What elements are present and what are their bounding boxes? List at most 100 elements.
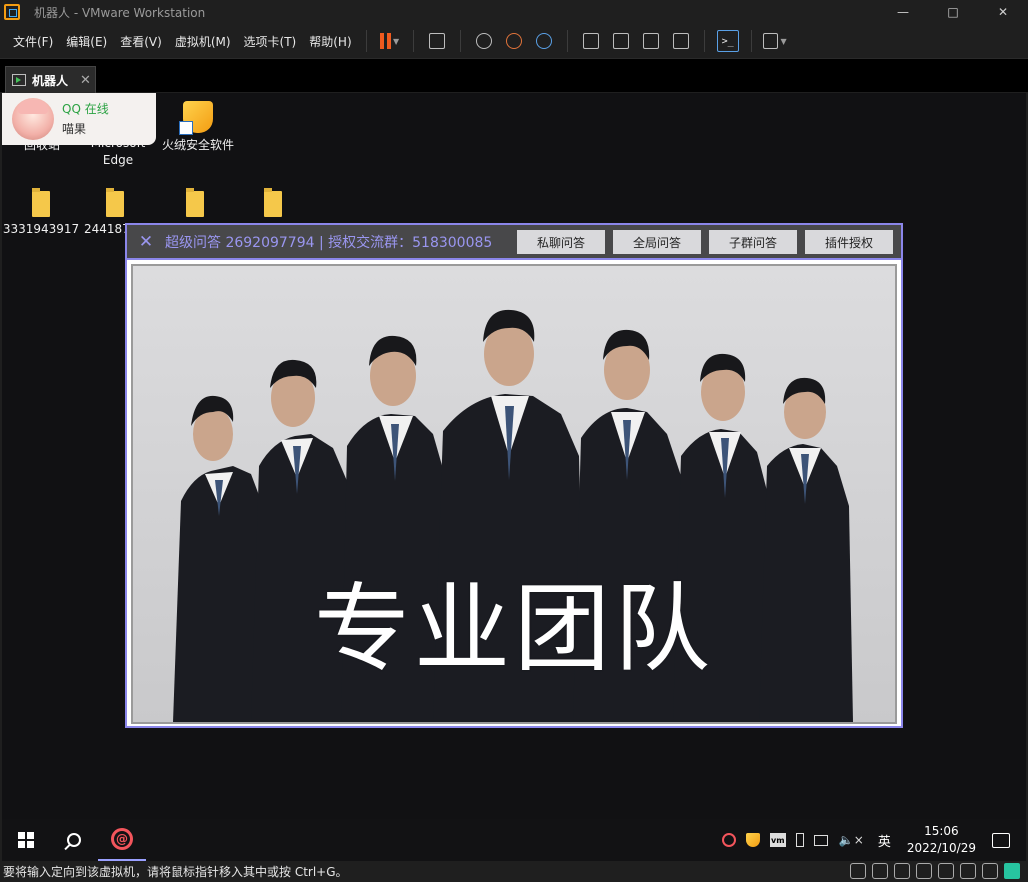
qq-app-icon: @ (111, 828, 133, 850)
input-method-indicator[interactable]: 英 (878, 831, 891, 850)
desktop-icon-huorong[interactable]: 火绒安全软件 (160, 101, 236, 154)
clock-date: 2022/10/29 (906, 841, 976, 855)
window-titlebar: 机器人 - VMware Workstation — □ ✕ (0, 0, 1028, 24)
huorong-tray-icon[interactable] (745, 833, 760, 847)
tab-close-icon[interactable]: ✕ (80, 73, 91, 88)
avatar (12, 98, 54, 140)
subgroup-qa-button[interactable]: 子群问答 (709, 230, 797, 254)
menu-edit[interactable]: 编辑(E) (60, 33, 113, 50)
desktop-folder[interactable] (172, 188, 218, 221)
sidebar-icon (582, 33, 599, 49)
show-thumbnail-button[interactable] (609, 29, 633, 53)
snapshot-icon (475, 33, 492, 49)
stretch-guest-button[interactable]: ▼ (762, 29, 787, 53)
cd-dvd-icon[interactable] (872, 863, 888, 879)
unity-button[interactable] (669, 29, 693, 53)
desktop-folder[interactable]: 3331943917 (2, 188, 80, 238)
menu-view[interactable]: 查看(V) (114, 33, 168, 50)
toolbar-divider (412, 30, 414, 52)
sound-card-icon[interactable] (960, 863, 976, 879)
qq-tray-icon[interactable] (721, 833, 736, 847)
pause-icon (380, 33, 392, 49)
toolbar-divider (750, 30, 752, 52)
search-button[interactable] (50, 819, 98, 861)
display-icon[interactable] (982, 863, 998, 879)
plugin-license-button[interactable]: 插件授权 (805, 230, 893, 254)
console-view-button[interactable]: >_ (716, 29, 740, 53)
private-qa-button[interactable]: 私聊问答 (517, 230, 605, 254)
network-icon[interactable] (813, 834, 828, 846)
snapshot-manager-icon (535, 33, 552, 49)
desktop-icon-label: 3331943917 (2, 222, 80, 236)
stretch-icon (762, 33, 779, 49)
menu-vm[interactable]: 虚拟机(M) (169, 33, 237, 50)
status-hint: 要将输入定向到该虚拟机，请将鼠标指针移入其中或按 Ctrl+G。 (3, 865, 348, 879)
maximize-button[interactable]: □ (928, 0, 978, 24)
popup-header: ✕ 超级问答 2692097794 | 授权交流群：518300085 私聊问答… (127, 225, 901, 260)
system-tray: vm 🔈× 英 15:06 2022/10/29 (717, 819, 1026, 861)
vm-running-icon (12, 74, 26, 86)
message-log-icon[interactable] (1004, 863, 1020, 879)
menu-tabs[interactable]: 选项卡(T) (238, 33, 303, 50)
popup-close-icon[interactable]: ✕ (127, 232, 165, 252)
banner-slogan: 专业团队 (314, 573, 714, 685)
folder-icon (32, 188, 50, 217)
vmware-logo-icon (4, 4, 20, 20)
send-ctrl-alt-del-button[interactable] (425, 29, 449, 53)
vmware-tools-tray-icon[interactable]: vm (769, 833, 786, 847)
take-snapshot-button[interactable] (472, 29, 496, 53)
usb-icon[interactable] (795, 833, 804, 847)
vm-desktop[interactable]: 回收站 Microsoft Edge 火绒安全软件 3331943917 244… (2, 93, 1026, 819)
start-button[interactable] (2, 819, 50, 861)
window-title: 机器人 - VMware Workstation (34, 5, 206, 20)
unity-icon (672, 33, 689, 49)
qq-status-text: QQ 在线 (62, 102, 109, 116)
tab-label: 机器人 (32, 73, 69, 88)
console-icon: >_ (716, 30, 739, 52)
revert-snapshot-button[interactable] (502, 29, 526, 53)
qq-online-notification[interactable]: QQ 在线 喵果 (2, 93, 156, 145)
taskbar-app-qq[interactable]: @ (98, 819, 146, 861)
thumbnail-icon (612, 33, 629, 49)
menu-file[interactable]: 文件(F) (7, 33, 59, 50)
folder-icon (264, 188, 282, 217)
qq-nickname: 喵果 (62, 122, 87, 136)
clock-time: 15:06 (924, 824, 959, 838)
windows-logo-icon (18, 832, 34, 848)
toolbar-divider (459, 30, 461, 52)
desktop-icon-label: 火绒安全软件 (161, 138, 234, 152)
show-library-button[interactable] (579, 29, 603, 53)
guest-taskbar: @ vm 🔈× 英 15:06 2022/10/29 (2, 819, 1026, 861)
full-screen-icon (642, 33, 659, 49)
revert-icon (505, 33, 522, 49)
keyboard-icon (428, 33, 445, 49)
snapshot-manager-button[interactable] (532, 29, 556, 53)
pause-button[interactable]: ▼ (378, 29, 402, 53)
global-qa-button[interactable]: 全局问答 (613, 230, 701, 254)
folder-icon (186, 188, 204, 217)
desktop-folder[interactable] (250, 188, 296, 221)
folder-icon (106, 188, 124, 217)
notification-center-icon[interactable] (992, 832, 1010, 848)
taskbar-clock[interactable]: 15:06 2022/10/29 (907, 823, 976, 857)
close-button[interactable]: ✕ (978, 0, 1028, 24)
tab-robot[interactable]: 机器人 ✕ (5, 66, 96, 93)
toolbar-divider (566, 30, 568, 52)
vmware-statusbar: 要将输入定向到该虚拟机，请将鼠标指针移入其中或按 Ctrl+G。 (0, 861, 1028, 882)
network-adapter-icon[interactable] (894, 863, 910, 879)
hard-disk-icon[interactable] (850, 863, 866, 879)
vm-tab-strip: 机器人 ✕ (0, 58, 1028, 93)
volume-muted-icon[interactable]: 🔈× (839, 833, 864, 847)
printer-icon[interactable] (938, 863, 954, 879)
minimize-button[interactable]: — (878, 0, 928, 24)
chevron-down-icon[interactable]: ▼ (780, 37, 786, 46)
usb-device-icon[interactable] (916, 863, 932, 879)
team-banner-image: 专业团队 (131, 264, 897, 724)
menu-toolbar: 文件(F) 编辑(E) 查看(V) 虚拟机(M) 选项卡(T) 帮助(H) ▼ … (0, 24, 1028, 58)
menu-help[interactable]: 帮助(H) (303, 33, 357, 50)
super-qa-popup: ✕ 超级问答 2692097794 | 授权交流群：518300085 私聊问答… (125, 223, 903, 728)
chevron-down-icon[interactable]: ▼ (393, 37, 399, 46)
desktop-icon-label: Edge (102, 153, 134, 167)
huorong-shield-icon (179, 101, 213, 135)
full-screen-button[interactable] (639, 29, 663, 53)
